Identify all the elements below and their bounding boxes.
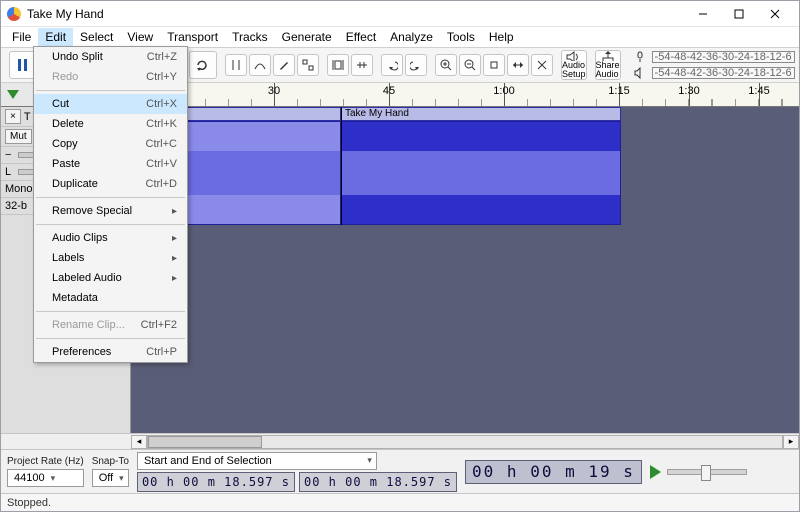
selection-mode-combo[interactable]: Start and End of Selection▾ xyxy=(137,452,377,470)
minimize-button[interactable] xyxy=(685,3,721,25)
scroll-track[interactable] xyxy=(147,435,783,449)
mute-button[interactable]: Mut xyxy=(5,129,32,144)
redo-button[interactable] xyxy=(405,54,427,76)
selection-start-field[interactable]: 00 h 00 m 18.597 s xyxy=(137,472,295,492)
menu-item-metadata[interactable]: Metadata xyxy=(34,288,187,308)
timeline-ruler[interactable]: 1530451:001:151:301:45 xyxy=(131,83,799,106)
menu-help[interactable]: Help xyxy=(482,28,521,46)
maximize-button[interactable] xyxy=(721,3,757,25)
snap-combo[interactable]: Off▾ xyxy=(92,469,129,487)
zoom-out-button[interactable] xyxy=(459,54,481,76)
menubar: FileEditSelectViewTransportTracksGenerat… xyxy=(1,27,799,47)
menu-item-copy[interactable]: CopyCtrl+C xyxy=(34,134,187,154)
close-button[interactable] xyxy=(757,3,793,25)
edit-tools-group xyxy=(327,54,373,76)
track-close-button[interactable]: × xyxy=(5,109,21,124)
audio-setup-label: Audio Setup xyxy=(562,61,586,79)
menu-item-labeled-audio[interactable]: Labeled Audio xyxy=(34,268,187,288)
menu-generate[interactable]: Generate xyxy=(275,28,339,46)
menu-view[interactable]: View xyxy=(120,28,160,46)
selection-toolbar: Project Rate (Hz) 44100▾ Snap-To Off▾ St… xyxy=(1,449,799,493)
zoom-toggle-button[interactable] xyxy=(531,54,553,76)
loop-button[interactable] xyxy=(189,51,217,79)
menu-effect[interactable]: Effect xyxy=(339,28,383,46)
track-bit-label: 32-b xyxy=(5,200,27,212)
snap-label: Snap-To xyxy=(92,456,129,467)
menu-item-delete[interactable]: DeleteCtrl+K xyxy=(34,114,187,134)
menu-tools[interactable]: Tools xyxy=(440,28,482,46)
audio-setup-button[interactable]: Audio Setup xyxy=(561,50,587,80)
menu-item-remove-special[interactable]: Remove Special xyxy=(34,201,187,221)
selection-end-field[interactable]: 00 h 00 m 18.597 s xyxy=(299,472,457,492)
play-at-speed xyxy=(650,465,747,479)
menu-analyze[interactable]: Analyze xyxy=(383,28,440,46)
scroll-left-button[interactable]: ◂ xyxy=(131,435,147,449)
silence-button[interactable] xyxy=(351,54,373,76)
multi-tool-button[interactable] xyxy=(297,54,319,76)
trim-button[interactable] xyxy=(327,54,349,76)
zoom-group xyxy=(435,54,553,76)
time-display: 00 h 00 m 19 s xyxy=(465,460,642,484)
menu-item-cut[interactable]: CutCtrl+X xyxy=(34,94,187,114)
mic-icon[interactable] xyxy=(631,50,649,64)
playhead[interactable] xyxy=(341,107,342,225)
history-group xyxy=(381,54,427,76)
play-at-speed-button[interactable] xyxy=(650,465,661,479)
clip-title[interactable]: Take My Hand xyxy=(341,107,621,121)
playback-meter[interactable]: -54-48-42-36-30-24-18-12-6 xyxy=(652,67,795,79)
menu-item-preferences[interactable]: PreferencesCtrl+P xyxy=(34,342,187,362)
play-marker-icon[interactable] xyxy=(7,90,19,99)
meters: -54-48-42-36-30-24-18-12-6 -54-48-42-36-… xyxy=(629,49,797,81)
app-logo-icon xyxy=(7,7,21,21)
scroll-right-button[interactable]: ▸ xyxy=(783,435,799,449)
menu-item-duplicate[interactable]: DuplicateCtrl+D xyxy=(34,174,187,194)
menu-item-audio-clips[interactable]: Audio Clips xyxy=(34,228,187,248)
status-bar: Stopped. xyxy=(1,493,799,511)
scroll-thumb[interactable] xyxy=(148,436,262,448)
menu-item-redo: RedoCtrl+Y xyxy=(34,67,187,87)
share-audio-button[interactable]: Share Audio xyxy=(595,50,621,80)
recording-meter[interactable]: -54-48-42-36-30-24-18-12-6 xyxy=(652,51,795,63)
edit-menu-dropdown: Undo SplitCtrl+ZRedoCtrl+Y CutCtrl+XDelet… xyxy=(33,46,188,363)
titlebar: Take My Hand xyxy=(1,1,799,27)
track-channel-label: Mono xyxy=(5,183,33,195)
draw-tool-button[interactable] xyxy=(273,54,295,76)
project-rate-combo[interactable]: 44100▾ xyxy=(7,469,84,487)
menu-transport[interactable]: Transport xyxy=(160,28,225,46)
share-audio-label: Share Audio xyxy=(596,61,620,79)
zoom-in-button[interactable] xyxy=(435,54,457,76)
menu-item-labels[interactable]: Labels xyxy=(34,248,187,268)
fit-selection-button[interactable] xyxy=(483,54,505,76)
menu-item-rename-clip-: Rename Clip...Ctrl+F2 xyxy=(34,315,187,335)
envelope-tool-button[interactable] xyxy=(249,54,271,76)
undo-button[interactable] xyxy=(381,54,403,76)
menu-item-undo-split[interactable]: Undo SplitCtrl+Z xyxy=(34,47,187,67)
window-title: Take My Hand xyxy=(27,7,685,21)
menu-file[interactable]: File xyxy=(5,28,38,46)
speaker-icon[interactable] xyxy=(631,66,649,80)
audio-clip[interactable] xyxy=(341,121,621,225)
horizontal-scrollbar[interactable]: ◂ ▸ xyxy=(1,433,799,449)
menu-tracks[interactable]: Tracks xyxy=(225,28,275,46)
fit-project-button[interactable] xyxy=(507,54,529,76)
project-rate-label: Project Rate (Hz) xyxy=(7,456,84,467)
status-text: Stopped. xyxy=(7,497,51,509)
menu-edit[interactable]: Edit xyxy=(38,28,73,46)
menu-select[interactable]: Select xyxy=(73,28,120,46)
playback-speed-slider[interactable] xyxy=(667,469,747,475)
app-window: Take My Hand FileEditSelectViewTransport… xyxy=(0,0,800,512)
tools-group xyxy=(225,54,319,76)
track-waveform-area[interactable]: Take My Hand xyxy=(131,107,799,433)
menu-item-paste[interactable]: PasteCtrl+V xyxy=(34,154,187,174)
selection-tool-button[interactable] xyxy=(225,54,247,76)
